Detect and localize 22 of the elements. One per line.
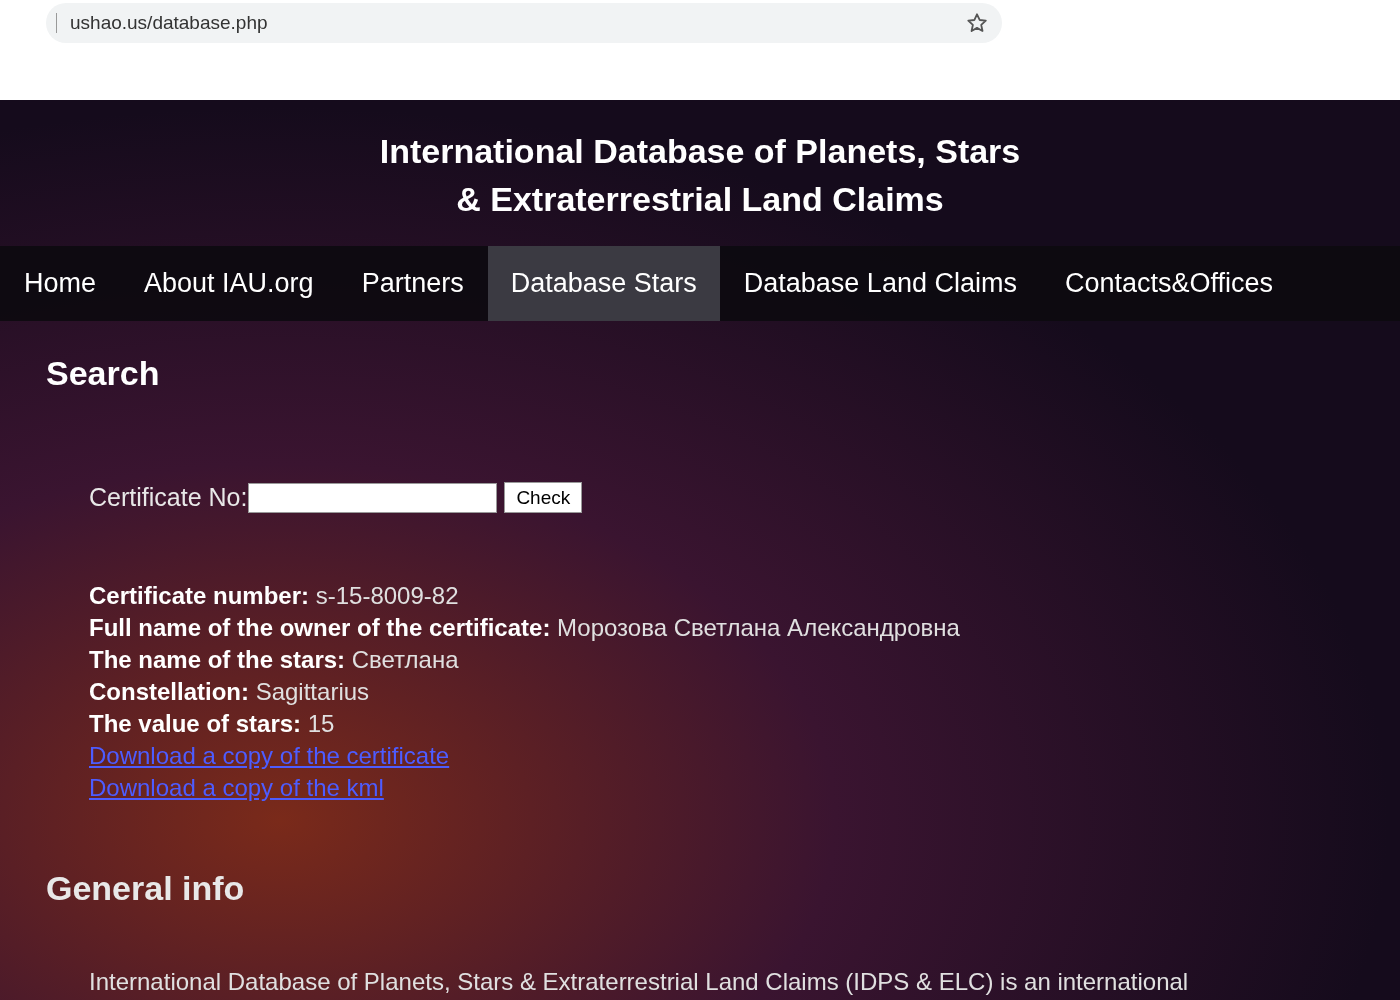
result-line: Certificate number: s-15-8009-82: [89, 580, 460, 611]
nav-link[interactable]: Database Stars: [487, 246, 720, 321]
check-button[interactable]: Check: [504, 482, 583, 514]
search-heading: Search: [46, 353, 161, 394]
result-line: Constellation: Sagittarius: [89, 676, 371, 707]
site-title-line: International Database of Planets, Stars: [379, 131, 1021, 172]
general-info-heading: General info: [46, 867, 246, 909]
result-line: The name of the stars: Светлана: [89, 644, 460, 675]
certificate-input[interactable]: [248, 482, 498, 513]
nav-link[interactable]: Database Land Claims: [719, 246, 1041, 321]
nav-link[interactable]: Home: [0, 246, 121, 321]
nav-link[interactable]: Contacts&Offices: [1040, 246, 1298, 321]
nav-link[interactable]: About IAU.org: [120, 246, 338, 321]
general-info-text: International Database of Planets, Stars & Extraterrestrial Land Claims (IDPS & ELC) is an international: [88, 966, 1190, 997]
result-line: Full name of the owner of the certificate: Морозова Светлана Александровна: [89, 612, 961, 643]
nav-link[interactable]: Partners: [337, 246, 488, 321]
result-line: The value of stars: 15: [89, 708, 336, 739]
url-text: ushao.us/database.php: [70, 10, 268, 35]
bookmark-star-icon[interactable]: [966, 12, 988, 34]
address-bar[interactable]: ushao.us/database.php: [46, 3, 1002, 43]
certificate-label: Certificate No:: [89, 482, 248, 513]
site-title-line: & Extraterrestrial Land Claims: [456, 179, 944, 220]
